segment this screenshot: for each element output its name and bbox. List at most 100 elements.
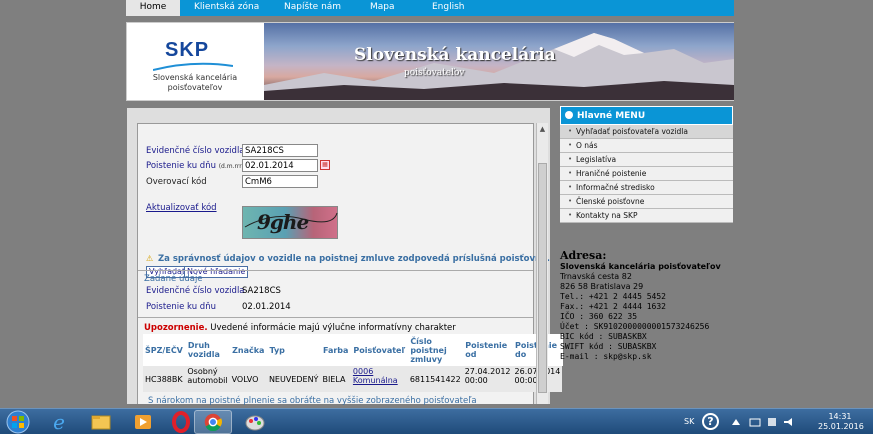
help-icon[interactable]: ? <box>702 413 719 430</box>
date-label: Poistenie ku dňu <box>146 161 216 171</box>
banner-photo: Slovenská kancelária poisťovateľov <box>264 23 734 100</box>
col-typ: Typ <box>266 334 321 366</box>
col-druh: Druh vozidla <box>185 334 231 366</box>
menu-header: Hlavné MENU <box>560 106 733 125</box>
menu-item-info-stredisko[interactable]: Informačné stredisko <box>560 181 733 195</box>
address-ucet: Účet : SK9102000000001573246256 <box>560 322 710 331</box>
entered-plate-row: Evidenčné číslo vozidla SA218CS <box>146 286 281 296</box>
refresh-captcha-link[interactable]: Aktualizovať kód <box>146 203 217 213</box>
warning-icon: ⚠ <box>146 254 154 263</box>
header-banner: SKP Slovenská kancelária poisťovateľov S… <box>126 22 734 101</box>
plate-row: Evidenčné číslo vozidla <box>146 146 245 156</box>
captcha-row: Overovací kód <box>146 177 207 187</box>
calendar-icon[interactable]: ▦ <box>320 160 330 170</box>
address-ico: IČO : 360 622 35 <box>560 312 638 321</box>
address-heading: Adresa: <box>560 249 607 262</box>
cell-znacka: VOLVO <box>231 374 259 384</box>
top-nav: Home Klientská zóna Napíšte nám Mapa Eng… <box>126 0 734 16</box>
date-row: Poistenie ku dňu (d.m.rrrr) <box>146 161 246 171</box>
address-swift: SWIFT kód : SUBASKBX <box>560 342 657 351</box>
svg-text:e: e <box>53 410 65 434</box>
clock-time: 14:31 <box>828 412 852 421</box>
notice-strong: Upozornenie. <box>144 323 208 333</box>
date-input[interactable]: 02.01.2014 <box>242 159 318 172</box>
cell-spz: HC388BK <box>145 374 183 384</box>
col-spz: ŠPZ/EČV <box>143 334 186 366</box>
entered-date-value: 02.01.2014 <box>242 302 291 312</box>
menu-item-legislativa[interactable]: Legislatíva <box>560 153 733 167</box>
cell-druh: Osobný automobil <box>187 367 228 385</box>
warning-text: Za správnosť údajov o vozidle na poistne… <box>158 254 551 264</box>
notice-text: Uvedené informácie majú výlučne informat… <box>207 323 456 333</box>
cell-farba: BIELA <box>322 374 346 384</box>
address-bic: BIC kód : SUBASKBX <box>560 332 647 341</box>
menu-item-clenske[interactable]: Členské poisťovne <box>560 195 733 209</box>
entered-section-title: Zadané údaje <box>144 274 203 284</box>
address-street: Trnavská cesta 82 <box>560 272 632 281</box>
main-content: Evidenčné číslo vozidla SA218CS Poisteni… <box>127 108 563 406</box>
nav-tab-map[interactable]: Mapa <box>358 0 420 16</box>
captcha-image: 9ghe <box>242 206 338 239</box>
table-row: HC388BK Osobný automobil VOLVO NEUVEDENÝ… <box>143 366 563 392</box>
captcha-text: 9ghe <box>257 210 309 234</box>
col-od: Poistenie od <box>462 334 514 366</box>
file-explorer-icon[interactable] <box>82 410 120 434</box>
cell-poistovatel: 0006 Komunálna <box>351 366 408 392</box>
nav-tab-home[interactable]: Home <box>126 0 180 16</box>
captcha-input[interactable]: CmM6 <box>242 175 318 188</box>
results-table: ŠPZ/EČV Druh vozidla Značka Typ Farba Po… <box>143 334 563 392</box>
address-fax: Fax.: +421 2 4444 1632 <box>560 302 666 311</box>
entered-date-label: Poistenie ku dňu <box>146 302 216 312</box>
scroll-thumb[interactable] <box>538 163 547 393</box>
divider <box>138 317 533 318</box>
scroll-up-icon[interactable]: ▲ <box>537 123 548 135</box>
refresh-row: Aktualizovať kód <box>146 203 217 213</box>
address-tel: Tel.: +421 2 4445 5452 <box>560 292 666 301</box>
captcha-label: Overovací kód <box>146 177 207 187</box>
entered-plate-value: SA218CS <box>242 286 281 296</box>
insurer-code-link[interactable]: 0006 <box>353 367 373 376</box>
menu-item-o-nas[interactable]: O nás <box>560 139 733 153</box>
address-org: Slovenská kancelária poisťovateľov <box>560 262 721 271</box>
col-farba: Farba <box>320 334 352 366</box>
clock-date: 25.01.2016 <box>818 422 864 431</box>
chrome-icon[interactable] <box>194 410 232 434</box>
internet-explorer-icon[interactable]: e <box>40 410 78 434</box>
language-indicator[interactable]: SK <box>684 417 694 426</box>
start-button-icon[interactable] <box>2 410 34 434</box>
vertical-scrollbar[interactable]: ▲ <box>536 123 548 404</box>
address-block: Adresa: Slovenská kancelária poisťovateľ… <box>560 249 733 362</box>
plate-label: Evidenčné číslo vozidla <box>146 146 245 156</box>
logo-swoosh-icon <box>153 62 233 71</box>
divider <box>138 270 533 271</box>
notice: Upozornenie. Uvedené informácie majú výl… <box>144 323 456 333</box>
banner-subtitle: poisťovateľov <box>404 68 465 78</box>
tray-icons[interactable] <box>730 416 800 428</box>
clock[interactable]: 14:31 25.01.2016 <box>818 412 864 432</box>
menu-item-kontakty[interactable]: Kontakty na SKP <box>560 209 733 223</box>
media-player-icon[interactable] <box>124 410 162 434</box>
plate-input[interactable]: SA218CS <box>242 144 318 157</box>
col-cislo: Číslo poistnej zmluvy <box>407 334 464 366</box>
address-city: 826 58 Bratislava 29 <box>560 282 644 291</box>
claims-note: S nárokom na poistné plnenie sa obráťte … <box>148 396 477 406</box>
logo-text: SKP <box>165 39 210 61</box>
cell-od: 27.04.2012 00:00 <box>464 367 511 385</box>
insurer-name-link[interactable]: Komunálna <box>353 376 398 385</box>
address-email[interactable]: E-mail : skp@skp.sk <box>560 352 733 362</box>
menu-item-vyhladat[interactable]: Vyhľadať poisťovateľa vozidla <box>560 125 733 139</box>
bullet-icon <box>565 111 573 119</box>
menu-item-hranicne[interactable]: Hraničné poistenie <box>560 167 733 181</box>
search-panel: Evidenčné číslo vozidla SA218CS Poisteni… <box>137 123 563 406</box>
entered-plate-label: Evidenčné číslo vozidla <box>146 286 245 296</box>
menu-title: Hlavné MENU <box>577 111 646 121</box>
entered-date-row: Poistenie ku dňu 02.01.2014 <box>146 302 291 312</box>
nav-tab-contact[interactable]: Napíšte nám <box>272 0 358 16</box>
main-menu: Hlavné MENU Vyhľadať poisťovateľa vozidl… <box>560 106 733 223</box>
skp-logo[interactable]: SKP Slovenská kancelária poisťovateľov <box>127 23 263 100</box>
warning-message: ⚠ Za správnosť údajov o vozidle na poistn… <box>146 254 550 264</box>
nav-tab-client-zone[interactable]: Klientská zóna <box>182 0 272 16</box>
nav-tab-english[interactable]: English <box>420 0 480 16</box>
paint-icon[interactable] <box>236 410 274 434</box>
logo-subtitle-1: Slovenská kancelária <box>152 73 238 82</box>
